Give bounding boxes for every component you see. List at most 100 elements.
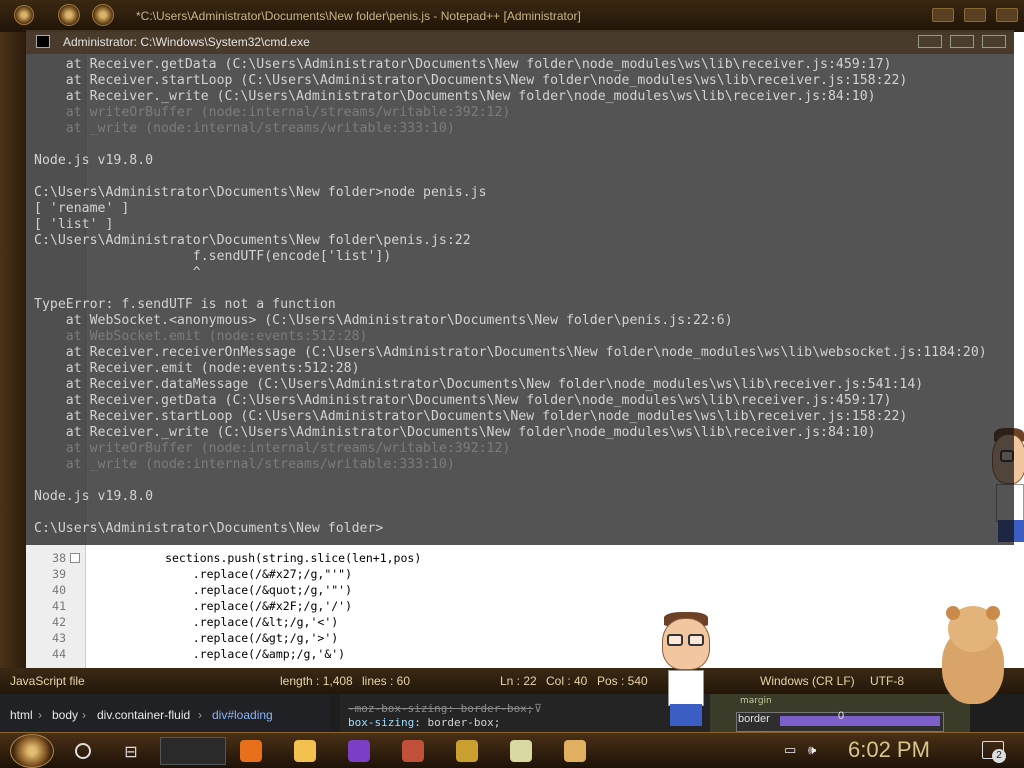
status-length: length : 1,408 [280, 674, 353, 688]
notepad-window-title: *C:\Users\Administrator\Documents\New fo… [136, 9, 581, 23]
taskbar-app-button[interactable] [398, 737, 428, 765]
line-source: .replace(/&quot;/g,'"') [82, 583, 353, 597]
console-line: at Receiver.getData (C:\Users\Administra… [34, 393, 892, 408]
margin-label: margin [740, 696, 772, 706]
status-bar: JavaScript file length : 1,408 lines : 6… [0, 668, 1024, 694]
line-number: 38 [52, 551, 66, 565]
status-encoding: UTF-8 [870, 674, 904, 688]
notification-count: 2 [992, 749, 1006, 763]
console-line: TypeError: f.sendUTF is not a function [34, 297, 336, 312]
clock[interactable]: 6:02 PM [848, 737, 930, 763]
cortana-icon [75, 743, 91, 759]
code-line[interactable]: 43 .replace(/&gt;/g,'>') [26, 631, 726, 647]
console-line: at Receiver.startLoop (C:\Users\Administ… [34, 73, 908, 88]
line-number: 39 [52, 567, 66, 581]
line-source: .replace(/&lt;/g,'<') [82, 615, 339, 629]
style-rule: box-sizing: border-box; [348, 716, 501, 729]
breadcrumb-body[interactable]: body [52, 708, 78, 722]
status-position: Pos : 540 [597, 674, 648, 688]
start-button[interactable] [10, 734, 54, 768]
maximize-button[interactable] [964, 8, 986, 22]
style-property[interactable]: box-sizing [348, 716, 414, 729]
taskbar-app-button[interactable] [344, 737, 374, 765]
console-line: at WebSocket.<anonymous> (C:\Users\Admin… [34, 313, 733, 328]
network-icon[interactable]: ▭ [784, 743, 796, 758]
code-line[interactable]: 39 .replace(/&#x27;/g,"'") [26, 567, 726, 583]
taskbar-app-button[interactable] [506, 737, 536, 765]
taskbar-search-box[interactable] [160, 737, 226, 765]
volume-icon[interactable]: 🕪 [808, 743, 816, 758]
taskbar-app-button[interactable] [452, 737, 482, 765]
notepad-app-icon[interactable] [14, 5, 34, 25]
status-language: JavaScript file [10, 674, 85, 688]
filter-icon[interactable]: ⊽ [534, 702, 542, 715]
box-model-diagram: margin border 0 [710, 694, 970, 732]
console-line: Node.js v19.8.0 [34, 489, 154, 504]
breadcrumb-html[interactable]: html [10, 708, 33, 722]
code-line[interactable]: 44 .replace(/&amp;/g,'&') [26, 647, 726, 663]
search-button[interactable] [70, 737, 96, 765]
style-value[interactable]: border-box; [427, 716, 500, 729]
code-line[interactable]: 42 .replace(/&lt;/g,'<') [26, 615, 726, 631]
line-source: .replace(/&gt;/g,'>') [82, 631, 339, 645]
line-number: 41 [52, 599, 66, 613]
breadcrumb-loading[interactable]: div#loading [212, 708, 273, 722]
task-view-button[interactable]: ⊟ [116, 737, 146, 765]
console-line: C:\Users\Administrator\Documents\New fol… [34, 233, 471, 248]
padding-box [780, 716, 940, 726]
console-line: at Receiver.startLoop (C:\Users\Administ… [34, 409, 908, 424]
cmd-output[interactable]: at Receiver.getData (C:\Users\Administra… [34, 57, 1014, 543]
console-line: at Receiver.receiverOnMessage (C:\Users\… [34, 345, 987, 360]
status-column: Col : 40 [546, 674, 588, 688]
console-line: at _write (node:internal/streams/writabl… [34, 457, 455, 472]
line-number: 42 [52, 615, 66, 629]
console-line: at WebSocket.emit (node:events:512:28) [34, 329, 368, 344]
console-line: at writeOrBuffer (node:internal/streams/… [34, 441, 511, 456]
taskbar-app-button[interactable] [290, 737, 320, 765]
code-line[interactable]: 38 sections.push(string.slice(len+1,pos) [26, 551, 726, 567]
cmd-minimize-button[interactable] [918, 35, 942, 48]
status-lines: lines : 60 [362, 674, 411, 688]
console-line: C:\Users\Administrator\Documents\New fol… [34, 521, 384, 536]
media-app-icon [564, 740, 586, 762]
notepad-title-bar[interactable]: *C:\Users\Administrator\Documents\New fo… [0, 0, 1024, 32]
console-line: at Receiver._write (C:\Users\Administrat… [34, 425, 876, 440]
cmd-title-bar[interactable]: Administrator: C:\Windows\System32\cmd.e… [26, 30, 1014, 54]
chart-app-icon [510, 740, 532, 762]
border-label: border [738, 713, 770, 725]
cmd-window[interactable]: Administrator: C:\Windows\System32\cmd.e… [26, 30, 1014, 545]
fold-toggle[interactable] [70, 553, 80, 563]
console-line: at _write (node:internal/streams/writabl… [34, 121, 455, 136]
system-tray: ▭ 🕪 6:02 PM 2 [784, 733, 1024, 768]
console-line: f.sendUTF(encode['list']) [34, 249, 392, 264]
notepad-left-toolbar [0, 32, 26, 672]
bros-game-icon [456, 740, 478, 762]
taskbar: ⊟ ▭ 🕪 6:02 PM 2 [0, 732, 1024, 768]
line-number: 43 [52, 631, 66, 645]
cmd-maximize-button[interactable] [950, 35, 974, 48]
status-line: Ln : 22 [500, 674, 537, 688]
line-source: .replace(/&amp;/g,'&') [82, 647, 346, 661]
firefox-icon [240, 740, 262, 762]
minimize-button[interactable] [932, 8, 954, 22]
taskbar-app-button[interactable] [236, 737, 266, 765]
console-line: at writeOrBuffer (node:internal/streams/… [34, 105, 511, 120]
line-number: 40 [52, 583, 66, 597]
code-line[interactable]: 41 .replace(/&#x2F;/g,'/') [26, 599, 726, 615]
close-button[interactable] [996, 8, 1018, 22]
taskbar-app-button[interactable] [560, 737, 590, 765]
hamster-sticker [938, 606, 1008, 706]
breadcrumb-container[interactable]: div.container-fluid [97, 708, 190, 722]
visual-studio-icon [348, 740, 370, 762]
cmd-close-button[interactable] [982, 35, 1006, 48]
styles-pane: -moz-box-sizing: border-box; ⊽ box-sizin… [340, 694, 710, 732]
file-explorer-icon [294, 740, 316, 762]
border-value[interactable]: 0 [838, 710, 844, 722]
console-line: Node.js v19.8.0 [34, 153, 154, 168]
code-line[interactable]: 40 .replace(/&quot;/g,'"') [26, 583, 726, 599]
